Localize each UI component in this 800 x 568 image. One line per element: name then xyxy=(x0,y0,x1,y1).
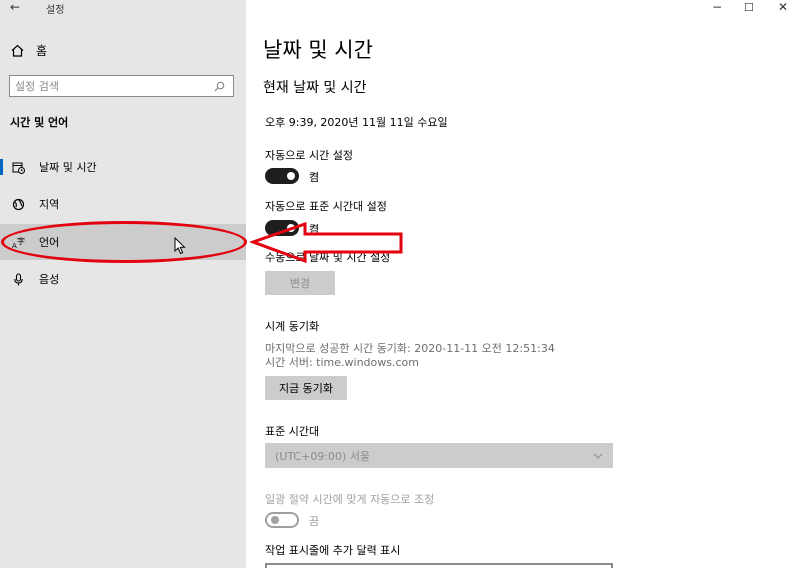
dst-toggle[interactable] xyxy=(265,512,299,528)
microphone-icon xyxy=(11,272,25,286)
calendar-clock-icon xyxy=(11,160,25,174)
back-button[interactable]: ← xyxy=(10,0,20,14)
page-title: 날짜 및 시간 xyxy=(263,38,373,62)
maximize-button[interactable]: ☐ xyxy=(744,1,754,14)
auto-time-state: 켬 xyxy=(309,171,320,184)
timezone-value: (UTC+09:00) 서울 xyxy=(275,449,371,463)
sidebar-item-date-time[interactable]: 날짜 및 시간 xyxy=(0,149,246,185)
clock-sync-heading: 시계 동기화 xyxy=(265,320,320,333)
window-title: 설정 xyxy=(46,5,65,16)
sync-now-button[interactable]: 지금 동기화 xyxy=(265,376,347,400)
selection-marker xyxy=(0,159,3,175)
sidebar-item-language[interactable]: A字 언어 xyxy=(0,224,246,260)
sidebar-item-label: 언어 xyxy=(39,236,60,249)
home-icon xyxy=(10,43,24,57)
current-date-time-heading: 현재 날짜 및 시간 xyxy=(263,80,367,96)
time-server-text: 시간 서버: time.windows.com xyxy=(265,356,419,369)
language-icon: A字 xyxy=(11,235,25,249)
sidebar-item-label: 지역 xyxy=(39,198,60,211)
search-icon[interactable] xyxy=(212,79,226,93)
timezone-heading: 표준 시간대 xyxy=(265,425,320,438)
auto-timezone-label: 자동으로 표준 시간대 설정 xyxy=(265,200,387,213)
svg-text:字: 字 xyxy=(17,236,25,246)
change-button[interactable]: 변경 xyxy=(265,271,335,295)
sidebar: ← 설정 홈 시간 및 언어 날짜 및 시간 지역 A字 언어 xyxy=(0,0,247,568)
calendar-label: 작업 표시줄에 추가 달력 표시 xyxy=(265,544,401,557)
sidebar-item-speech[interactable]: 음성 xyxy=(0,261,246,297)
minimize-button[interactable]: − xyxy=(712,0,722,14)
auto-time-label: 자동으로 시간 설정 xyxy=(265,149,353,162)
sidebar-item-region[interactable]: 지역 xyxy=(0,186,246,222)
sidebar-item-label: 음성 xyxy=(39,273,60,286)
close-button[interactable]: ✕ xyxy=(778,0,788,14)
home-label: 홈 xyxy=(36,43,48,58)
auto-time-toggle[interactable] xyxy=(265,168,299,184)
timezone-dropdown[interactable]: (UTC+09:00) 서울 xyxy=(265,443,613,468)
search-input[interactable] xyxy=(10,79,206,93)
main-content: − ☐ ✕ 날짜 및 시간 현재 날짜 및 시간 오후 9:39, 2020년 … xyxy=(246,0,800,568)
annotation-arrow xyxy=(250,221,403,264)
chevron-down-icon xyxy=(593,449,603,462)
section-title: 시간 및 언어 xyxy=(10,116,69,129)
calendar-dropdown[interactable] xyxy=(265,563,613,568)
search-box[interactable] xyxy=(9,75,234,97)
dst-state: 끔 xyxy=(309,515,320,528)
globe-icon xyxy=(11,197,25,211)
home-nav-item[interactable]: 홈 xyxy=(10,41,47,59)
mouse-cursor-icon xyxy=(174,237,186,255)
sidebar-item-label: 날짜 및 시간 xyxy=(39,161,97,174)
current-datetime-text: 오후 9:39, 2020년 11월 11일 수요일 xyxy=(265,116,448,129)
dst-label: 일광 절약 시간에 맞게 자동으로 조정 xyxy=(265,493,435,506)
